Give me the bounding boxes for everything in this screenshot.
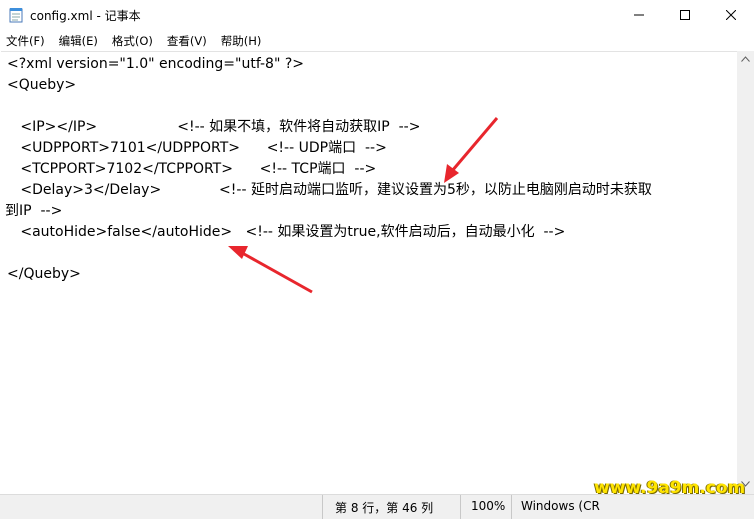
status-divider (460, 495, 461, 519)
scroll-up-icon[interactable] (741, 56, 750, 62)
maximize-icon (680, 10, 690, 20)
vertical-scrollbar[interactable] (737, 51, 754, 494)
minimize-button[interactable] (616, 0, 662, 30)
title-bar[interactable]: config.xml - 记事本 (0, 0, 754, 30)
editor-line: <UDPPORT>7101</UDPPORT> <!-- UDP端口 --> (7, 140, 387, 156)
watermark: www.9a9m.com (594, 478, 746, 498)
window-title: config.xml - 记事本 (30, 9, 141, 23)
editor-line: <?xml version="1.0" encoding="utf-8" ?> (7, 56, 305, 72)
notepad-window: config.xml - 记事本 文件(F) 编辑(E) 格式(O) 查看(V)… (0, 0, 754, 519)
menu-bar: 文件(F) 编辑(E) 格式(O) 查看(V) 帮助(H) (0, 31, 754, 50)
editor-line: <Queby> (7, 77, 77, 93)
menu-edit[interactable]: 编辑(E) (53, 33, 104, 49)
notepad-app-icon (9, 7, 23, 23)
close-icon (726, 10, 736, 20)
cursor-position: 第 8 行，第 46 列 (335, 501, 434, 515)
editor-line: <autoHide>false</autoHide> <!-- 如果设置为tru… (7, 224, 566, 240)
zoom-level: 100% (471, 499, 506, 513)
menu-view[interactable]: 查看(V) (161, 33, 213, 49)
minimize-icon (634, 14, 644, 16)
close-button[interactable] (708, 0, 754, 30)
editor-line: <TCPPORT>7102</TCPPORT> <!-- TCP端口 --> (7, 161, 377, 177)
editor-line: <Delay>3</Delay> <!-- 延时启动端口监听，建议设置为5秒，以… (7, 182, 652, 198)
editor-line: <IP></IP> <!-- 如果不填，软件将自动获取IP --> (7, 119, 421, 135)
line-ending: Windows (CR (521, 499, 600, 513)
maximize-button[interactable] (662, 0, 708, 30)
status-divider (511, 495, 512, 519)
menu-help[interactable]: 帮助(H) (215, 33, 268, 49)
status-divider (322, 495, 323, 519)
menu-file[interactable]: 文件(F) (0, 33, 51, 49)
editor-line: 到IP --> (5, 203, 63, 219)
menu-format[interactable]: 格式(O) (106, 33, 159, 49)
editor-line: </Queby> (7, 266, 81, 282)
text-editor[interactable]: <?xml version="1.0" encoding="utf-8" ?> … (1, 51, 737, 495)
